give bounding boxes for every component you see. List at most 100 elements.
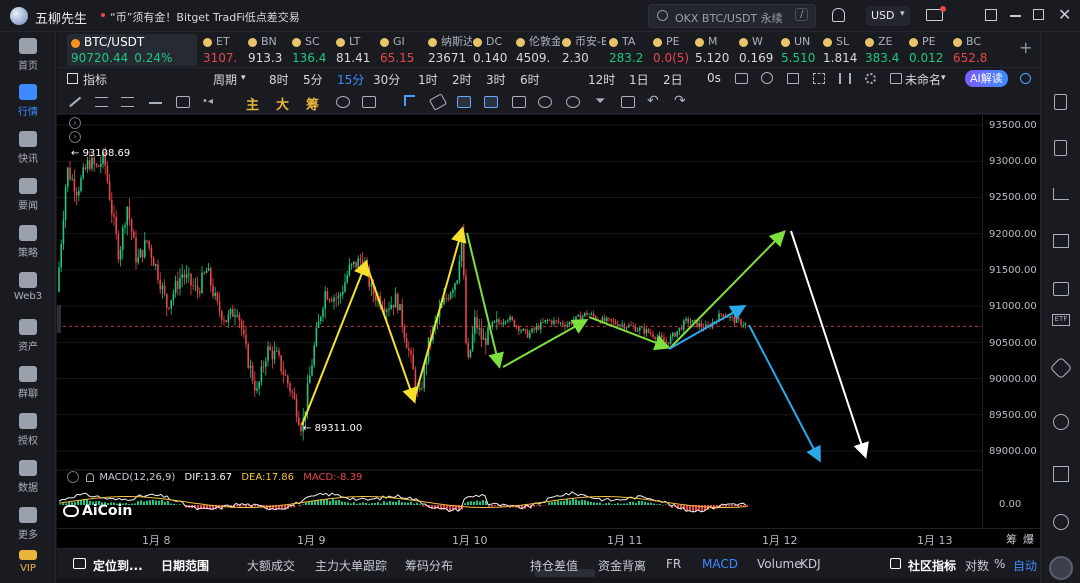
ticker-item[interactable]: TA 283.2 <box>609 34 649 66</box>
bottom-item-7[interactable]: FR <box>666 557 681 571</box>
pen-tool-icon[interactable] <box>457 96 471 108</box>
bottom-item-0[interactable]: 定位到... <box>93 557 143 574</box>
bottom-item-2[interactable]: 大额成交 <box>247 557 295 574</box>
share-icon[interactable] <box>1020 73 1031 84</box>
ticker-item[interactable]: DC 0.140 <box>473 34 513 66</box>
ticker-item[interactable]: BC 652.8 <box>953 34 993 66</box>
window-pin-icon[interactable] <box>985 9 997 21</box>
candlestick-chart[interactable] <box>57 115 982 528</box>
bars-icon[interactable] <box>839 73 851 84</box>
hexagon-icon[interactable] <box>1049 356 1073 380</box>
main-indicator-button[interactable]: 主 <box>246 94 259 113</box>
macd-toggle-icon[interactable] <box>67 471 79 483</box>
interval-7[interactable]: 6时 <box>520 71 540 88</box>
minimize-icon[interactable] <box>1010 15 1021 17</box>
notice-text[interactable]: “币”须有金！Bitget TradFi低点差交易 <box>110 9 300 25</box>
bottom-item-10[interactable]: KDJ <box>800 557 821 571</box>
interval-2[interactable]: 15分 <box>337 71 364 88</box>
currency-select[interactable]: USD ▾ <box>866 6 910 26</box>
bottom-item-1[interactable]: 日期范围 <box>161 557 209 574</box>
ticker-item[interactable]: GI 65.15 <box>380 34 420 66</box>
period-button[interactable]: 周期 <box>213 71 237 88</box>
ticker-item[interactable]: 币安-B 2.30 <box>562 34 606 66</box>
nav-item-authorize[interactable]: 授权 <box>0 413 56 447</box>
lock-icon[interactable] <box>512 96 526 108</box>
bottom-item-4[interactable]: 筹码分布 <box>405 557 453 574</box>
close-icon[interactable]: ✕ <box>1058 5 1071 24</box>
price-chart[interactable]: › › ← 93108.69 ← 89311.00 MACD(12,26,9) … <box>57 115 982 528</box>
ticker-item[interactable]: W 0.169 <box>739 34 779 66</box>
compare-icon[interactable] <box>787 73 799 84</box>
clock-icon[interactable] <box>761 72 773 84</box>
nav-item-group-chat[interactable]: 群聊 <box>0 366 56 400</box>
layout-icon[interactable] <box>1053 466 1069 482</box>
orderbook-icon[interactable] <box>1054 94 1067 110</box>
macd-bell-icon[interactable] <box>86 472 95 482</box>
ticker-item[interactable]: ZE 383.4 <box>865 34 905 66</box>
big-order-button[interactable]: 大 <box>276 94 289 113</box>
eye-icon[interactable] <box>538 96 552 108</box>
ticker-item[interactable]: LT 81.41 <box>336 34 376 66</box>
nav-item-data[interactable]: 数据 <box>0 460 56 494</box>
etf-icon[interactable]: ETF <box>1052 314 1070 326</box>
sync-icon[interactable] <box>336 96 350 108</box>
ticker-item[interactable]: 伦敦金 4509. <box>516 34 560 66</box>
ticker-item[interactable]: PE 0.0(5) <box>653 34 693 66</box>
undo-icon[interactable]: ↶ <box>647 93 659 109</box>
bottom-item-14[interactable]: 自动 <box>1013 557 1037 574</box>
trendline-tool-icon[interactable] <box>69 96 81 107</box>
ticker-active[interactable]: BTC/USDT 90720.44 0.24% <box>67 34 197 66</box>
bar-stats-icon[interactable] <box>1053 234 1069 248</box>
nav-item-market-chart[interactable]: 行情 <box>0 84 56 118</box>
trend-icon[interactable] <box>1053 188 1069 200</box>
interval-1[interactable]: 5分 <box>303 71 323 88</box>
chip-button[interactable]: 筹 <box>306 94 319 113</box>
horizontal-line-tool-icon[interactable] <box>149 102 162 104</box>
price-axis[interactable]: 筹 93500.00 93000.00 92500.00 92000.00 91500.… <box>982 115 1040 544</box>
news-sidebar-icon[interactable] <box>1053 282 1069 296</box>
support-icon[interactable] <box>1053 514 1069 530</box>
interval-8[interactable]: 12时 <box>588 71 615 88</box>
bottom-item-11[interactable]: 社区指标 <box>908 557 956 574</box>
nav-item-web3[interactable]: Web3 <box>0 272 56 302</box>
ticker-item[interactable]: ET 3107. <box>203 34 243 66</box>
interval-6[interactable]: 3时 <box>486 71 506 88</box>
bottom-item-3[interactable]: 主力大单跟踪 <box>315 557 387 574</box>
clipboard-icon[interactable] <box>1054 140 1067 156</box>
indicator-icon[interactable] <box>67 73 78 84</box>
bottom-item-9[interactable]: Volume <box>757 557 802 571</box>
interval-11[interactable]: 0s <box>707 71 721 85</box>
indicator-button[interactable]: 指标 <box>83 71 107 88</box>
search-input[interactable]: OKX BTC/USDT 永续 / <box>648 4 816 28</box>
collapse-circle-icon[interactable]: › <box>69 131 81 143</box>
cursor-icon[interactable] <box>404 95 415 106</box>
nav-item-strategy-robot[interactable]: 策略 <box>0 225 56 259</box>
bottom-item-13[interactable]: % <box>994 557 1005 571</box>
redo-icon[interactable]: ↷ <box>674 93 686 109</box>
interval-10[interactable]: 2日 <box>663 71 683 88</box>
bottom-item-12[interactable]: 对数 <box>965 557 989 574</box>
interval-5[interactable]: 2时 <box>452 71 472 88</box>
interval-3[interactable]: 30分 <box>373 71 400 88</box>
ticker-item[interactable]: BN 913.3 <box>248 34 288 66</box>
nav-item-flash-news[interactable]: 快讯 <box>0 131 56 165</box>
trash-icon[interactable] <box>621 96 635 108</box>
camera-icon[interactable] <box>735 73 748 84</box>
expand-circle-icon[interactable]: › <box>69 117 81 129</box>
interval-9[interactable]: 1日 <box>629 71 649 88</box>
magic-icon[interactable] <box>566 96 580 108</box>
channel-tool-icon[interactable] <box>121 97 134 107</box>
bottom-item-6[interactable]: 资金背离 <box>598 557 646 574</box>
interval-4[interactable]: 1时 <box>418 71 438 88</box>
ticker-item[interactable]: SC 136.4 <box>292 34 332 66</box>
ticker-item[interactable]: UN 5.510 <box>781 34 821 66</box>
nav-item-wallet[interactable]: 资产 <box>0 319 56 353</box>
add-ticker-icon[interactable]: + <box>1019 38 1032 57</box>
more-tools-icon[interactable]: •◂ <box>202 96 213 107</box>
grid-tool-icon[interactable] <box>484 96 498 108</box>
nav-item-home[interactable]: 首页 <box>0 38 56 72</box>
settings-gear-icon[interactable] <box>865 73 876 84</box>
maximize-icon[interactable] <box>1033 9 1044 20</box>
nav-item-more[interactable]: 更多 <box>0 507 56 541</box>
time-axis[interactable]: 筹 爆 1月 8 1月 9 1月 10 1月 11 1月 12 1月 13 <box>57 528 1040 548</box>
